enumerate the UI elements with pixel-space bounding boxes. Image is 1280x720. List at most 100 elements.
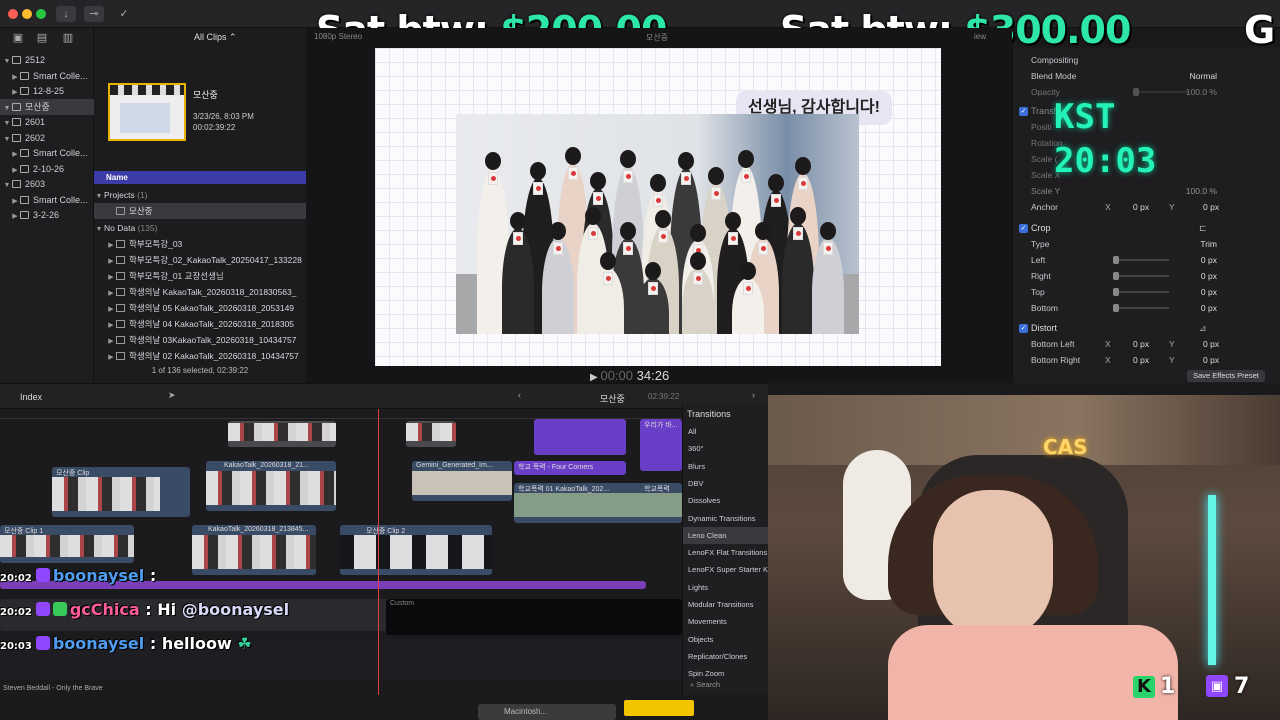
crop-right-slider[interactable] bbox=[1113, 272, 1169, 280]
playhead[interactable] bbox=[378, 409, 379, 695]
video-canvas[interactable]: 선생님, 감사합니다! bbox=[375, 48, 941, 366]
crop-bottom-value[interactable]: 0 px bbox=[1201, 300, 1217, 316]
transition-category[interactable]: Dynamic Transitions bbox=[683, 510, 769, 527]
library-item[interactable]: ▶ 3-2-26 bbox=[0, 207, 94, 223]
browser-clip-row[interactable]: ▶ 학부모특강_03 bbox=[94, 236, 306, 252]
library-item[interactable]: ▼ 2602 bbox=[0, 130, 94, 146]
video-clip[interactable]: 학교폭력 01 KakaoTalk_202... 학교폭력 bbox=[514, 483, 682, 523]
browser-clip-row[interactable]: ▶ 학생의날 KakaoTalk_20260318_201830563_ bbox=[94, 284, 306, 300]
anchor-y-value[interactable]: 0 px bbox=[1203, 199, 1219, 215]
library-item[interactable]: ▶ Smart Colle... bbox=[0, 192, 94, 208]
projects-group[interactable]: ▼ Projects (1) bbox=[94, 187, 306, 203]
transform-checkbox[interactable]: ✓ bbox=[1019, 107, 1028, 116]
crop-type-dropdown[interactable]: Trim bbox=[1200, 236, 1217, 252]
project-thumbnail[interactable] bbox=[108, 83, 186, 141]
title-clip[interactable] bbox=[534, 419, 626, 455]
macintosh-drive[interactable]: Macintosh... bbox=[478, 704, 616, 720]
disclosure-triangle-icon[interactable]: ▶ bbox=[106, 334, 116, 348]
transition-category[interactable]: Lights bbox=[683, 579, 769, 596]
disclosure-triangle-icon[interactable]: ▶ bbox=[106, 286, 116, 300]
connected-clip[interactable] bbox=[228, 421, 336, 447]
opacity-slider[interactable] bbox=[1133, 88, 1189, 96]
title-clip[interactable]: 학교 폭력 - Four Corners bbox=[514, 461, 626, 475]
browser-clip-row[interactable]: ▶ 학생의날 02 KakaoTalk_20260318_10434757 bbox=[94, 348, 306, 364]
nodata-group[interactable]: ▼ No Data (135) bbox=[94, 220, 306, 236]
disclosure-triangle-icon[interactable]: ▶ bbox=[106, 302, 116, 316]
crop-top-slider[interactable] bbox=[1113, 288, 1169, 296]
browser-clip-row[interactable]: ▶ 학부모특강_02_KakaoTalk_20250417_133228 bbox=[94, 252, 306, 268]
crop-top-value[interactable]: 0 px bbox=[1201, 284, 1217, 300]
bottom-left-y-value[interactable]: 0 px bbox=[1203, 336, 1219, 352]
crop-right-value[interactable]: 0 px bbox=[1201, 268, 1217, 284]
crop-left-slider[interactable] bbox=[1113, 256, 1169, 264]
library-item[interactable]: ▶ 12-8-25 bbox=[0, 83, 94, 99]
compound-clip[interactable]: 모산중 Clip bbox=[52, 467, 190, 517]
distort-checkbox[interactable]: ✓ bbox=[1019, 324, 1028, 333]
keyword-icon[interactable]: ⊸ bbox=[84, 6, 104, 22]
blend-mode-dropdown[interactable]: Normal bbox=[1190, 68, 1217, 84]
custom-clip[interactable]: Custom bbox=[386, 599, 682, 635]
bottom-right-x-value[interactable]: 0 px bbox=[1133, 352, 1149, 368]
all-clips-dropdown[interactable]: All Clips ⌃ bbox=[194, 32, 237, 43]
transition-category[interactable]: Blurs bbox=[683, 458, 769, 475]
transition-category[interactable]: LenoFX Super Starter K bbox=[683, 561, 769, 578]
minimize-window-button[interactable] bbox=[22, 9, 32, 19]
anchor-x-value[interactable]: 0 px bbox=[1133, 199, 1149, 215]
transition-category[interactable]: Leno Clean bbox=[683, 526, 769, 544]
crop-tool-icon[interactable]: ⊏ bbox=[1199, 220, 1207, 236]
forward-arrow-icon[interactable]: › bbox=[752, 390, 755, 400]
play-icon[interactable]: ▶ bbox=[590, 372, 600, 383]
video-clip[interactable]: KakaoTalk_20260318_21... bbox=[206, 461, 336, 511]
library-item[interactable]: ▶ Smart Colle... bbox=[0, 68, 94, 84]
crop-left-value[interactable]: 0 px bbox=[1201, 252, 1217, 268]
select-tool-icon[interactable]: ➤ bbox=[168, 390, 176, 401]
browser-clip-row[interactable]: ▶ 학생의날 05 KakaoTalk_20260318_2053149 bbox=[94, 300, 306, 316]
index-button[interactable]: Index bbox=[20, 392, 42, 402]
name-column-header[interactable]: Name bbox=[94, 171, 306, 184]
disclosure-triangle-icon[interactable]: ▶ bbox=[106, 318, 116, 332]
primary-clip[interactable]: KakaoTalk_20260318_213845... bbox=[192, 525, 316, 575]
browser-clip-row[interactable]: ▶ 학부모특강_01 교장선생님 bbox=[94, 268, 306, 284]
close-window-button[interactable] bbox=[8, 9, 18, 19]
project-item[interactable]: 모산중 bbox=[94, 203, 306, 219]
video-clip[interactable]: Gemini_Generated_Im... bbox=[412, 461, 512, 501]
transition-category[interactable]: Modular Transitions bbox=[683, 596, 769, 613]
bottom-right-y-value[interactable]: 0 px bbox=[1203, 352, 1219, 368]
transition-category[interactable]: Movements bbox=[683, 613, 769, 630]
primary-clip[interactable]: 모산중 Clip 1 bbox=[0, 525, 134, 563]
connected-clip[interactable] bbox=[406, 421, 456, 447]
library-item[interactable]: ▶ Smart Colle... bbox=[0, 145, 94, 161]
import-icon[interactable]: ↓ bbox=[56, 6, 76, 22]
titles-icon[interactable]: ▥ bbox=[58, 30, 78, 46]
crop-checkbox[interactable]: ✓ bbox=[1019, 224, 1028, 233]
transition-category[interactable]: Replicator/Clones bbox=[683, 648, 769, 665]
disclosure-triangle-icon[interactable]: ▶ bbox=[10, 209, 20, 225]
disclosure-triangle-icon[interactable]: ▶ bbox=[106, 238, 116, 252]
library-item[interactable]: ▶ 2-10-26 bbox=[0, 161, 94, 177]
disclosure-triangle-icon[interactable]: ▶ bbox=[106, 254, 116, 268]
transition-category[interactable]: Dissolves bbox=[683, 492, 769, 509]
primary-clip[interactable]: 모산중 Clip 2 bbox=[340, 525, 492, 575]
libraries-icon[interactable]: ▣ bbox=[8, 30, 28, 46]
save-effects-preset-button[interactable]: Save Effects Preset bbox=[1187, 370, 1265, 382]
disclosure-triangle-icon[interactable]: ▶ bbox=[106, 350, 116, 364]
transition-category[interactable]: DBV bbox=[683, 475, 769, 492]
browser-clip-row[interactable]: ▶ 학생의날 03KakaoTalk_20260318_10434757 bbox=[94, 332, 306, 348]
back-arrow-icon[interactable]: ‹ bbox=[518, 390, 521, 400]
disclosure-triangle-icon[interactable]: ▶ bbox=[106, 270, 116, 284]
transition-category[interactable]: All bbox=[683, 423, 769, 440]
transition-category[interactable]: Objects bbox=[683, 631, 769, 648]
browser-clip-row[interactable]: ▶ 학생의날 04 KakaoTalk_20260318_2018305 bbox=[94, 316, 306, 332]
bottom-left-x-value[interactable]: 0 px bbox=[1133, 336, 1149, 352]
dock-item[interactable] bbox=[624, 700, 694, 716]
library-item[interactable]: ▼ 2512 bbox=[0, 52, 94, 68]
transition-category[interactable]: LenoFX Flat Transitions bbox=[683, 544, 769, 561]
library-item[interactable]: ▼ 2601 bbox=[0, 114, 94, 130]
timeline-ruler[interactable] bbox=[0, 409, 682, 419]
distort-tool-icon[interactable]: ⊿ bbox=[1199, 320, 1207, 336]
title-clip[interactable]: 우리가 바... bbox=[640, 419, 682, 471]
crop-bottom-slider[interactable] bbox=[1113, 304, 1169, 312]
zoom-window-button[interactable] bbox=[36, 9, 46, 19]
library-item[interactable]: ▼ 2603 bbox=[0, 176, 94, 192]
transition-category[interactable]: 360° bbox=[683, 440, 769, 457]
